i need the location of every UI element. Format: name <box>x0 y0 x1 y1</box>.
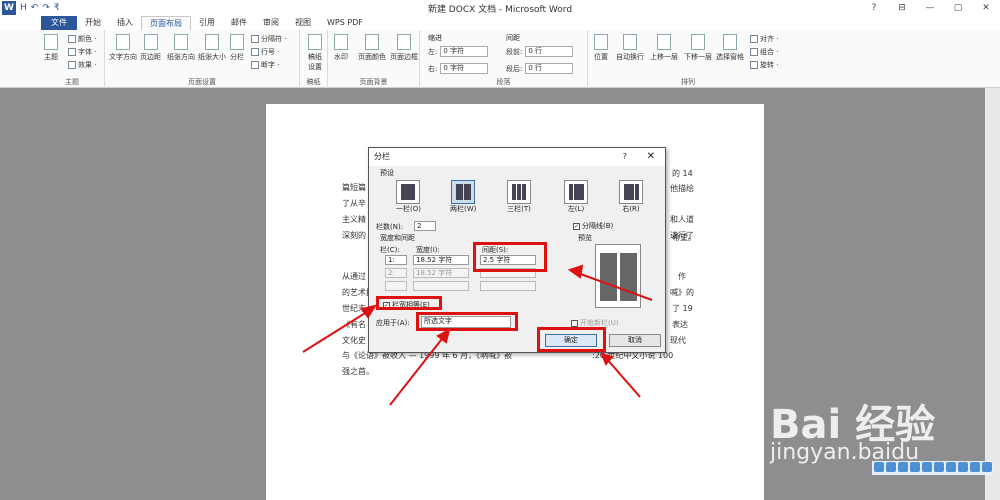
ime-toolbar[interactable] <box>872 461 994 475</box>
